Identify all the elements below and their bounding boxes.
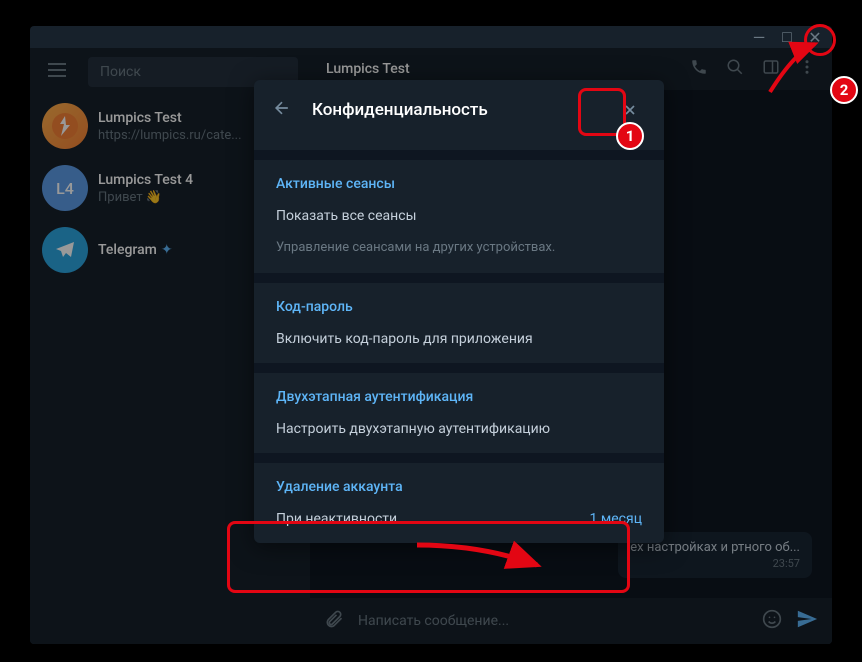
section-header: Двухэтапная аутентификация xyxy=(254,379,664,411)
window-minimize-button[interactable]: — xyxy=(752,30,766,44)
item-value: 1 месяц xyxy=(590,511,642,527)
item-label: При неактивности... xyxy=(276,511,408,527)
privacy-settings-modal: Конфиденциальность Активные сеансы Показ… xyxy=(254,80,664,543)
modal-close-button[interactable] xyxy=(614,94,646,126)
section-divider xyxy=(254,363,664,373)
sessions-section: Активные сеансы Показать все сеансы Упра… xyxy=(254,160,664,273)
section-header: Активные сеансы xyxy=(254,166,664,198)
modal-header: Конфиденциальность xyxy=(254,80,664,140)
truncated-prev-section xyxy=(254,140,664,150)
enable-passcode-item[interactable]: Включить код-пароль для приложения xyxy=(254,321,664,357)
annotation-badge-2: 2 xyxy=(830,76,858,104)
section-description: Управление сеансами на других устройства… xyxy=(254,234,664,267)
app-window: — □ ✕ Поиск Lumpics Test https://lumpics… xyxy=(30,26,832,644)
delete-inactivity-item[interactable]: При неактивности... 1 месяц xyxy=(254,501,664,537)
section-divider xyxy=(254,453,664,463)
modal-back-button[interactable] xyxy=(272,98,292,122)
section-divider xyxy=(254,273,664,283)
section-header: Удаление аккаунта xyxy=(254,469,664,501)
arrow-left-icon xyxy=(272,98,292,118)
close-icon xyxy=(622,102,638,118)
passcode-section: Код-пароль Включить код-пароль для прило… xyxy=(254,283,664,363)
delete-account-section: Удаление аккаунта При неактивности... 1 … xyxy=(254,463,664,543)
section-header: Код-пароль xyxy=(254,289,664,321)
two-step-section: Двухэтапная аутентификация Настроить дву… xyxy=(254,373,664,453)
modal-body[interactable]: Активные сеансы Показать все сеансы Упра… xyxy=(254,140,664,543)
window-maximize-button[interactable]: □ xyxy=(780,30,794,44)
window-close-button[interactable]: ✕ xyxy=(808,30,822,44)
section-divider xyxy=(254,150,664,160)
setup-two-step-item[interactable]: Настроить двухэтапную аутентификацию xyxy=(254,411,664,447)
show-all-sessions-item[interactable]: Показать все сеансы xyxy=(254,198,664,234)
window-titlebar: — □ ✕ xyxy=(30,26,832,48)
modal-title: Конфиденциальность xyxy=(312,100,594,120)
